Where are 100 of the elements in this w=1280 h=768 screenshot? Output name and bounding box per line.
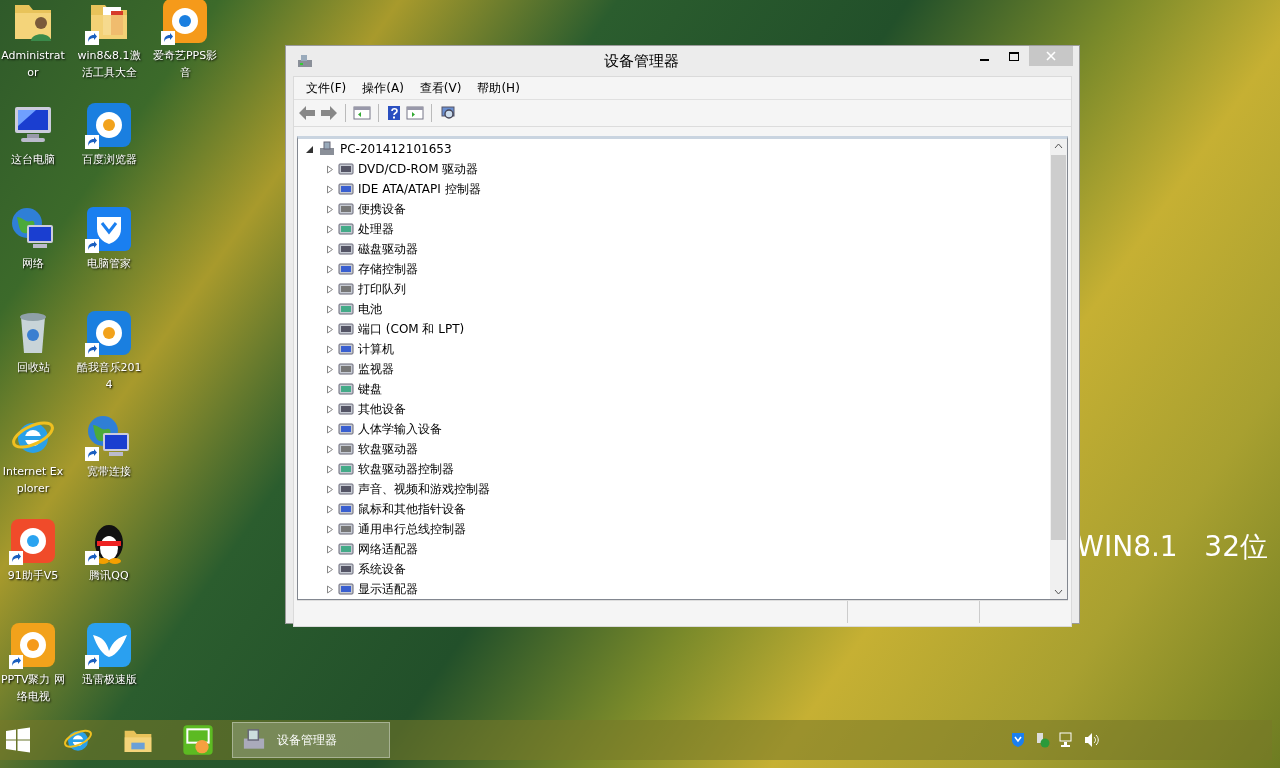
expand-arrow-icon[interactable] [326, 264, 334, 274]
app-icon[interactable] [182, 724, 214, 756]
windows-logo-icon[interactable] [5, 727, 31, 753]
desktop-icon-label[interactable]: 百度浏览器 [76, 151, 142, 168]
app-icon[interactable] [9, 517, 57, 565]
tree-item[interactable]: IDE ATA/ATAPI 控制器 [358, 180, 481, 198]
tree-item[interactable]: 人体学输入设备 [358, 420, 442, 438]
tree-item[interactable]: 键盘 [358, 380, 382, 398]
expand-arrow-icon[interactable] [326, 204, 334, 214]
expand-arrow-icon[interactable] [326, 524, 334, 534]
device-category-icon [338, 281, 354, 297]
device-category-icon [338, 181, 354, 197]
device-category-icon [338, 221, 354, 237]
tree-item[interactable]: DVD/CD-ROM 驱动器 [358, 160, 479, 178]
menu-item[interactable]: 帮助(H) [469, 79, 528, 97]
expand-arrow-icon[interactable] [326, 284, 334, 294]
tree-item[interactable]: 系统设备 [358, 560, 406, 578]
expand-arrow-icon[interactable] [326, 444, 334, 454]
tree-item[interactable]: 磁盘驱动器 [358, 240, 418, 258]
device-category-icon [338, 461, 354, 477]
tree-item[interactable]: 声音、视频和游戏控制器 [358, 480, 490, 498]
app-icon[interactable] [161, 0, 209, 45]
tree-item[interactable]: 显示适配器 [358, 580, 418, 598]
desktop-icon-label[interactable]: Internet Explorer [0, 463, 66, 497]
tree-item[interactable]: 便携设备 [358, 200, 406, 218]
tree-item[interactable]: 电池 [358, 300, 382, 318]
device-category-icon [338, 321, 354, 337]
app-icon[interactable] [9, 621, 57, 669]
scan-hardware-icon[interactable] [439, 105, 457, 121]
expand-arrow-icon[interactable] [326, 384, 334, 394]
tree-item[interactable]: 监视器 [358, 360, 394, 378]
device-category-icon [338, 521, 354, 537]
tree-item[interactable]: 通用串行总线控制器 [358, 520, 466, 538]
expand-arrow-icon[interactable] [326, 344, 334, 354]
desktop-icon-label[interactable]: PPTV聚力 网络电视 [0, 671, 66, 705]
tree-item[interactable]: 存储控制器 [358, 260, 418, 278]
tree-item[interactable]: 软盘驱动器 [358, 440, 418, 458]
taskbar-button[interactable]: 设备管理器 [232, 722, 390, 758]
app-icon[interactable] [85, 309, 133, 357]
bird-icon[interactable] [85, 621, 133, 669]
desktop-icon-label[interactable]: win8&8.1激活工具大全 [76, 47, 142, 81]
forward-icon[interactable] [320, 105, 338, 121]
expand-arrow-icon[interactable] [326, 364, 334, 374]
desktop-icon-label[interactable]: 这台电脑 [0, 151, 66, 168]
desktop-banner-text: WIN8.1 32位 [1076, 529, 1268, 565]
tree-item[interactable]: 鼠标和其他指针设备 [358, 500, 466, 518]
device-category-icon [338, 421, 354, 437]
close-icon [1046, 51, 1056, 61]
desktop-icon-label[interactable]: Administrator [0, 47, 66, 81]
tree-item[interactable]: 端口 (COM 和 LPT) [358, 320, 465, 338]
console-tree-icon[interactable] [353, 105, 371, 121]
tree-item[interactable]: 打印队列 [358, 280, 406, 298]
expand-arrow-icon[interactable] [326, 224, 334, 234]
maximize-icon [1009, 51, 1019, 61]
expand-arrow-icon[interactable] [326, 164, 334, 174]
desktop-icon-label[interactable]: 迅雷极速版 [76, 671, 142, 688]
tree-item[interactable]: 计算机 [358, 340, 394, 358]
expand-arrow-icon[interactable] [326, 544, 334, 554]
desktop-icon-label[interactable]: 电脑管家 [76, 255, 142, 272]
expand-arrow-icon[interactable] [326, 484, 334, 494]
menu-item[interactable]: 查看(V) [411, 79, 470, 97]
tree-item[interactable]: 其他设备 [358, 400, 406, 418]
expand-arrow-icon[interactable] [326, 564, 334, 574]
device-category-icon [338, 581, 354, 597]
expand-arrow-icon[interactable] [326, 184, 334, 194]
device-manager-icon [296, 53, 314, 69]
expand-arrow-icon[interactable] [326, 504, 334, 514]
device-category-icon [338, 361, 354, 377]
expand-arrow-icon[interactable] [326, 464, 334, 474]
shield-icon[interactable] [1011, 732, 1025, 748]
device-category-icon [338, 261, 354, 277]
help-icon[interactable] [386, 105, 402, 121]
tree-item[interactable]: PC-201412101653 [340, 142, 452, 156]
menu-item[interactable]: 操作(A) [354, 79, 412, 97]
expand-arrow-icon[interactable] [326, 304, 334, 314]
expand-arrow-icon[interactable] [326, 404, 334, 414]
device-category-icon [338, 241, 354, 257]
scrollbar[interactable] [1050, 139, 1067, 599]
speaker-icon[interactable] [1084, 732, 1100, 748]
usb-device-icon[interactable] [1034, 732, 1050, 748]
tree-item[interactable]: 网络适配器 [358, 540, 418, 558]
collapse-arrow-icon[interactable] [306, 144, 314, 154]
expand-arrow-icon[interactable] [326, 324, 334, 334]
device-category-icon [338, 401, 354, 417]
app-icon[interactable] [85, 101, 133, 149]
expand-arrow-icon[interactable] [326, 244, 334, 254]
network-icon[interactable] [1059, 732, 1075, 748]
tree-item[interactable]: 处理器 [358, 220, 394, 238]
device-category-icon [338, 201, 354, 217]
desktop-icon-label[interactable]: 爱奇艺PPS影音 [152, 47, 218, 81]
shield-icon[interactable] [85, 205, 133, 253]
expand-arrow-icon[interactable] [326, 584, 334, 594]
desktop-icon-label[interactable]: 回收站 [0, 359, 66, 376]
expand-arrow-icon[interactable] [326, 424, 334, 434]
desktop-icon-label[interactable]: 网络 [0, 255, 66, 272]
device-category-icon [338, 381, 354, 397]
back-icon[interactable] [298, 105, 316, 121]
desktop-icon-label[interactable]: 腾讯QQ [76, 567, 142, 584]
menu-item[interactable]: 文件(F) [298, 79, 355, 97]
tree-item[interactable]: 软盘驱动器控制器 [358, 460, 454, 478]
